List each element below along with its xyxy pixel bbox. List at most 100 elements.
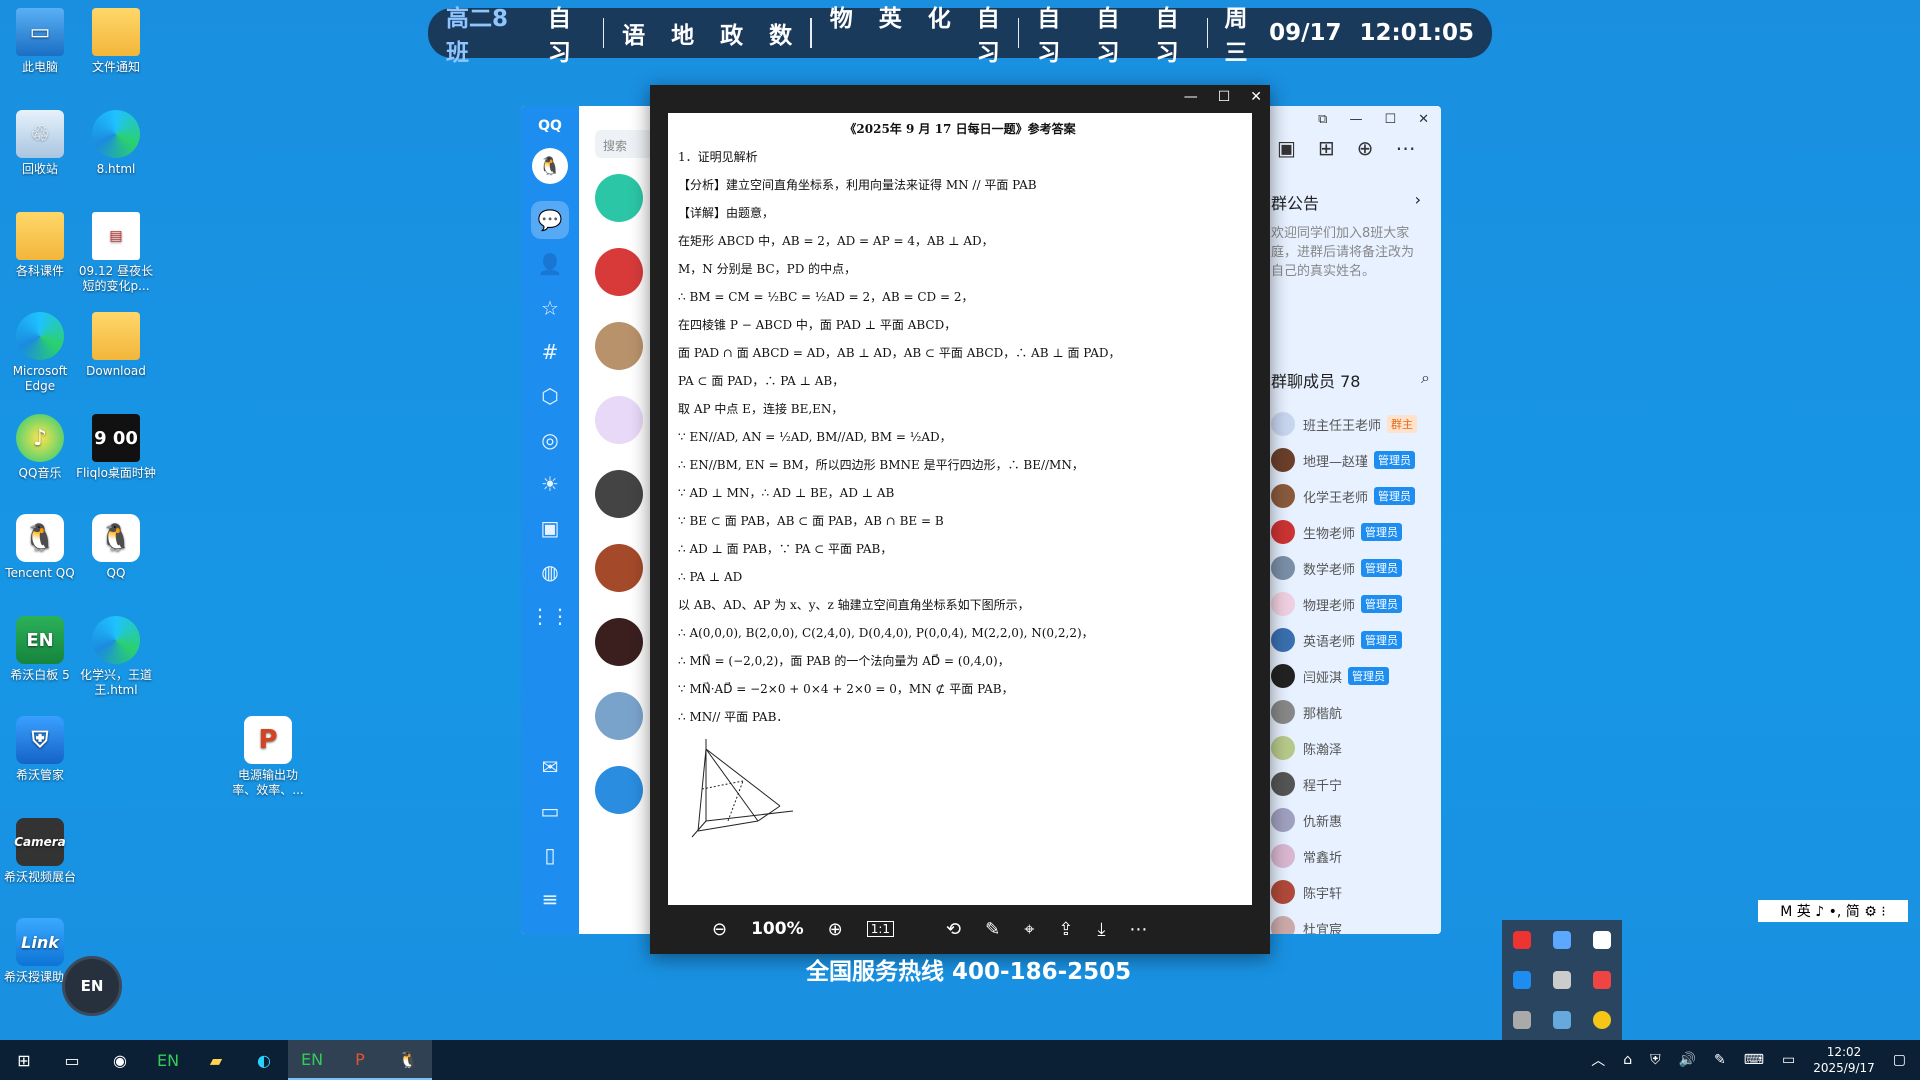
more-icon[interactable]: ⋯	[1129, 919, 1147, 940]
chat-avatar[interactable]	[595, 692, 643, 740]
desktop-icon[interactable]: EN 希沃白板 5	[0, 616, 80, 683]
member-row[interactable]: 闫娅淇 管理员	[1271, 658, 1441, 694]
menu-icon[interactable]: ≡	[531, 880, 569, 918]
planet-icon[interactable]: ◍	[531, 553, 569, 591]
ocr-icon[interactable]: ⌖	[1024, 919, 1034, 940]
speaker-tray-icon[interactable]	[1593, 971, 1611, 989]
docs-icon[interactable]: ▣	[531, 509, 569, 547]
desktop-icon[interactable]: Download	[76, 312, 156, 379]
apps-icon[interactable]: ⋮⋮	[530, 597, 570, 635]
member-row[interactable]: 程千宁	[1271, 766, 1441, 802]
desktop-icon[interactable]: 化学兴，王道王.html	[76, 616, 156, 698]
network-icon[interactable]: ⌂	[1623, 1052, 1632, 1068]
windows-start-icon[interactable]: ⊞	[0, 1040, 48, 1080]
powerpoint-icon[interactable]: P	[336, 1040, 384, 1080]
desktop-icon[interactable]: Camera 希沃视频展台	[0, 818, 80, 885]
member-row[interactable]: 班主任王老师 群主	[1271, 406, 1441, 442]
channel-icon[interactable]: #	[531, 333, 569, 371]
close-icon[interactable]: ✕	[1250, 89, 1262, 105]
desktop-icon[interactable]: 🐧 Tencent QQ	[0, 514, 80, 581]
chat-avatar[interactable]	[595, 470, 643, 518]
pen-icon[interactable]: ✎	[1714, 1052, 1726, 1068]
member-row[interactable]: 杜宜宸	[1271, 910, 1441, 934]
share-icon[interactable]: ⇪	[1058, 919, 1073, 940]
desktop-icon[interactable]: Microsoft Edge	[0, 312, 80, 394]
actual-size-button[interactable]: 1:1	[866, 921, 895, 937]
desktop-icon[interactable]: 文件通知	[76, 8, 156, 75]
member-row[interactable]: 仇新惠	[1271, 802, 1441, 838]
desktop-icon[interactable]: 9 00 Fliqlo桌面时钟	[76, 414, 156, 481]
user-avatar[interactable]: 🐧	[532, 148, 568, 184]
chat-avatar[interactable]	[595, 174, 643, 222]
zone-icon[interactable]: ⬡	[531, 377, 569, 415]
announcement-title[interactable]: 群公告 ›	[1271, 190, 1421, 214]
member-row[interactable]: 常鑫圻	[1271, 838, 1441, 874]
download-icon[interactable]: ⤓	[1097, 919, 1105, 940]
music-tray-icon[interactable]	[1593, 1011, 1611, 1029]
seewo-app-icon[interactable]: EN	[144, 1040, 192, 1080]
layout-icon[interactable]: ⧉	[1318, 112, 1327, 127]
member-row[interactable]: 数学老师 管理员	[1271, 550, 1441, 586]
app-tray-icon[interactable]	[1553, 931, 1571, 949]
mail-icon[interactable]: ✉	[531, 748, 569, 786]
bookmark-icon[interactable]: ▯	[531, 836, 569, 874]
camera-app-icon[interactable]: ◉	[96, 1040, 144, 1080]
chat-tray-icon[interactable]	[1513, 1011, 1531, 1029]
member-row[interactable]: 英语老师 管理员	[1271, 622, 1441, 658]
folder-icon[interactable]: ▭	[531, 792, 569, 830]
zoom-out-icon[interactable]: ⊖	[712, 919, 727, 940]
keyboard-icon[interactable]: ⌨	[1744, 1052, 1764, 1068]
screen-share-icon[interactable]: ▣	[1277, 136, 1296, 160]
chat-avatar[interactable]	[595, 248, 643, 296]
chat-avatar[interactable]	[595, 322, 643, 370]
shield-icon[interactable]: ⛨	[1650, 1052, 1661, 1068]
bookmark-tray-icon[interactable]	[1593, 931, 1611, 949]
close-icon[interactable]: ✕	[1418, 112, 1429, 127]
minimize-icon[interactable]: —	[1184, 89, 1198, 105]
taskbar-clock[interactable]: 12:02 2025/9/17	[1813, 1044, 1875, 1076]
volume-icon[interactable]: 🔊	[1679, 1052, 1696, 1068]
maximize-icon[interactable]: ☐	[1218, 89, 1231, 105]
chevron-right-icon[interactable]: ›	[1415, 190, 1421, 209]
maximize-icon[interactable]: ☐	[1384, 112, 1396, 127]
chat-avatar[interactable]	[595, 618, 643, 666]
member-row[interactable]: 那楷航	[1271, 694, 1441, 730]
edge-app-icon[interactable]: ◐	[240, 1040, 288, 1080]
display-icon[interactable]: ▭	[1782, 1052, 1795, 1068]
rotate-icon[interactable]: ⟲	[946, 919, 961, 940]
sync-tray-icon[interactable]	[1553, 1011, 1571, 1029]
game-icon[interactable]: ◎	[531, 421, 569, 459]
member-row[interactable]: 陈宇轩	[1271, 874, 1441, 910]
qq-app-icon[interactable]: 🐧	[384, 1040, 432, 1080]
member-row[interactable]: 物理老师 管理员	[1271, 586, 1441, 622]
notification-icon[interactable]: ▢	[1893, 1052, 1906, 1068]
desktop-icon[interactable]: ⛨ 希沃管家	[0, 716, 80, 783]
desktop-icon[interactable]: 各科课件	[0, 212, 80, 279]
edit-icon[interactable]: ✎	[985, 919, 1000, 940]
desktop-icon[interactable]: ♪ QQ音乐	[0, 414, 80, 481]
seewo-whiteboard-icon[interactable]: EN	[288, 1040, 336, 1080]
desktop-icon[interactable]: ♲ 回收站	[0, 110, 80, 177]
weather-icon[interactable]: ☀	[531, 465, 569, 503]
member-row[interactable]: 地理—赵瑾 管理员	[1271, 442, 1441, 478]
member-row[interactable]: 陈瀚泽	[1271, 730, 1441, 766]
qq-tray-icon[interactable]	[1513, 931, 1531, 949]
desktop-icon[interactable]: 8.html	[76, 110, 156, 177]
desktop-icon[interactable]: ▤ 09.12 昼夜长短的变化p...	[76, 212, 156, 294]
messages-icon[interactable]: 💬	[531, 201, 569, 239]
network-tray-icon[interactable]	[1553, 971, 1571, 989]
apps-icon[interactable]: ⊞	[1318, 136, 1335, 160]
image-viewer-window[interactable]: — ☐ ✕ 《2025年 9 月 17 日每日一题》参考答案 1．证明见解析 【分…	[650, 85, 1270, 954]
minimize-icon[interactable]: —	[1349, 112, 1362, 127]
member-row[interactable]: 化学王老师 管理员	[1271, 478, 1441, 514]
seewo-float-button[interactable]: EN	[62, 956, 122, 1016]
chat-avatar[interactable]	[595, 544, 643, 592]
ime-toolbar[interactable]: M 英 ♪ •, 简 ⚙ ⁝	[1758, 900, 1908, 922]
search-icon[interactable]: ⌕	[1421, 368, 1430, 388]
seewo-tray-icon[interactable]	[1513, 971, 1531, 989]
member-row[interactable]: 生物老师 管理员	[1271, 514, 1441, 550]
zoom-in-icon[interactable]: ⊕	[828, 919, 843, 940]
task-view-icon[interactable]: ▭	[48, 1040, 96, 1080]
file-explorer-icon[interactable]: ▰	[192, 1040, 240, 1080]
more-icon[interactable]: ⋯	[1395, 136, 1415, 160]
